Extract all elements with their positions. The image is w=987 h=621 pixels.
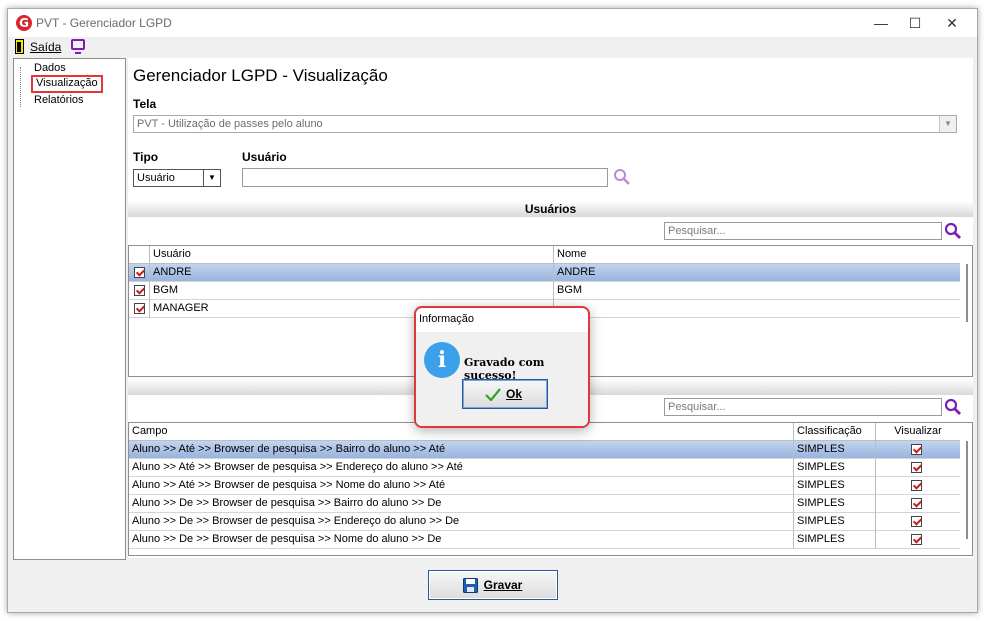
cell-campo: Aluno >> Até >> Browser de pesquisa >> N… (132, 479, 446, 491)
visualizar-checkbox[interactable] (911, 462, 922, 473)
cell-classificacao: SIMPLES (793, 477, 875, 495)
row-checkbox[interactable] (134, 303, 145, 314)
cell-visualizar[interactable] (875, 441, 957, 459)
table-row[interactable]: Aluno >> Até >> Browser de pesquisa >> N… (129, 477, 972, 495)
chevron-down-icon[interactable]: ▼ (939, 116, 956, 132)
table-header-row: Usuário Nome (129, 246, 972, 264)
cell-usuario: BGM (149, 282, 553, 300)
floppy-disk-icon (463, 578, 478, 593)
cell-classificacao: SIMPLES (793, 441, 875, 459)
row-checkbox[interactable] (134, 267, 145, 278)
ok-button[interactable]: Ok (462, 379, 548, 409)
tree-connector (20, 67, 21, 107)
tipo-label: Tipo (133, 150, 159, 164)
column-header-classificacao[interactable]: Classificação (793, 423, 875, 441)
tipo-select-value: Usuário (137, 172, 175, 184)
visualizar-checkbox[interactable] (911, 498, 922, 509)
cell-visualizar[interactable] (875, 495, 957, 513)
cell-visualizar[interactable] (875, 531, 957, 549)
window-title: PVT - Gerenciador LGPD (36, 16, 172, 30)
cell-classificacao: SIMPLES (793, 495, 875, 513)
scrollbar-thumb[interactable] (966, 441, 968, 539)
cell-usuario: ANDRE (149, 264, 553, 282)
visualizar-checkbox[interactable] (911, 516, 922, 527)
usuarios-search-input[interactable]: Pesquisar... (664, 222, 942, 240)
cell-nome (553, 300, 957, 318)
visualizar-checkbox[interactable] (911, 444, 922, 455)
table-row[interactable]: Aluno >> Até >> Browser de pesquisa >> E… (129, 459, 972, 477)
nav-item-dados[interactable]: Dados (34, 61, 66, 75)
close-button[interactable]: ✕ (934, 13, 970, 33)
search-icon[interactable] (613, 168, 631, 186)
usuario-label: Usuário (242, 150, 287, 164)
row-checkbox-cell[interactable] (129, 264, 149, 282)
tipo-select[interactable]: Usuário ▼ (133, 169, 221, 187)
exit-door-icon[interactable] (15, 39, 24, 54)
campos-search-input[interactable]: Pesquisar... (664, 398, 942, 416)
table-row[interactable]: ANDRE ANDRE (129, 264, 972, 282)
app-logo-icon: G (16, 15, 32, 31)
visualizar-checkbox[interactable] (911, 534, 922, 545)
column-header-visualizar[interactable]: Visualizar (875, 423, 957, 441)
cell-campo: Aluno >> De >> Browser de pesquisa >> En… (132, 515, 460, 527)
visualizar-checkbox[interactable] (911, 480, 922, 491)
nav-item-visualizacao[interactable]: Visualização (31, 75, 103, 93)
search-icon[interactable] (944, 222, 962, 240)
page-title: Gerenciador LGPD - Visualização (133, 66, 388, 85)
dialog-title: Informação (419, 313, 475, 325)
minimize-button[interactable]: — (863, 13, 899, 33)
row-checkbox-cell[interactable] (129, 300, 149, 318)
monitor-icon[interactable] (71, 39, 85, 54)
campos-table: Campo Classificação Visualizar Aluno >> … (128, 422, 973, 556)
usuarios-section-header: Usuários (128, 201, 973, 217)
info-dialog: Informação i Gravado com sucesso! Ok (414, 306, 590, 428)
table-row[interactable]: Aluno >> Até >> Browser de pesquisa >> B… (129, 441, 972, 459)
row-checkbox-cell[interactable] (129, 282, 149, 300)
save-button[interactable]: Gravar (428, 570, 558, 600)
maximize-button[interactable]: ☐ (897, 13, 933, 33)
tela-select-value: PVT - Utilização de passes pelo aluno (137, 118, 323, 130)
checkmark-icon (485, 388, 501, 401)
nav-item-relatorios[interactable]: Relatórios (34, 93, 84, 107)
save-label: Gravar (483, 578, 523, 592)
cell-classificacao: SIMPLES (793, 513, 875, 531)
footer-bar: Gravar (8, 561, 977, 612)
cell-nome: BGM (553, 282, 957, 300)
header-spacer (129, 246, 149, 264)
scrollbar-thumb[interactable] (966, 264, 968, 322)
exit-menu-item[interactable]: Saída (30, 40, 61, 54)
dialog-body: i Gravado com sucesso! Ok (416, 332, 588, 426)
table-row[interactable]: BGM BGM (129, 282, 972, 300)
cell-visualizar[interactable] (875, 513, 957, 531)
ok-label: Ok (505, 387, 522, 401)
cell-classificacao: SIMPLES (793, 531, 875, 549)
cell-campo: Aluno >> Até >> Browser de pesquisa >> E… (132, 461, 463, 473)
chevron-down-icon[interactable]: ▼ (203, 170, 220, 186)
cell-campo: Aluno >> De >> Browser de pesquisa >> No… (132, 533, 442, 545)
search-icon[interactable] (944, 398, 962, 416)
column-header-usuario[interactable]: Usuário (149, 246, 553, 264)
row-checkbox[interactable] (134, 285, 145, 296)
column-header-nome[interactable]: Nome (553, 246, 957, 264)
tela-select[interactable]: PVT - Utilização de passes pelo aluno ▼ (133, 115, 957, 133)
cell-campo: Aluno >> Até >> Browser de pesquisa >> B… (132, 443, 446, 455)
cell-visualizar[interactable] (875, 477, 957, 495)
table-row[interactable]: Aluno >> De >> Browser de pesquisa >> Ba… (129, 495, 972, 513)
menu-bar: Saída (8, 37, 977, 57)
cell-campo: Aluno >> De >> Browser de pesquisa >> Ba… (132, 497, 442, 509)
table-row[interactable]: Aluno >> De >> Browser de pesquisa >> En… (129, 513, 972, 531)
usuarios-scrollbar[interactable] (960, 246, 972, 376)
info-icon: i (424, 342, 460, 378)
usuario-input[interactable] (242, 168, 608, 187)
cell-visualizar[interactable] (875, 459, 957, 477)
title-bar: G PVT - Gerenciador LGPD — ☐ ✕ (8, 9, 977, 37)
campos-scrollbar[interactable] (960, 423, 972, 555)
navigation-tree: Dados Visualização Relatórios (13, 58, 126, 560)
table-row[interactable]: Aluno >> De >> Browser de pesquisa >> No… (129, 531, 972, 549)
tela-label: Tela (133, 97, 157, 111)
cell-classificacao: SIMPLES (793, 459, 875, 477)
exit-label: Saída (30, 40, 62, 54)
cell-nome: ANDRE (553, 264, 957, 282)
